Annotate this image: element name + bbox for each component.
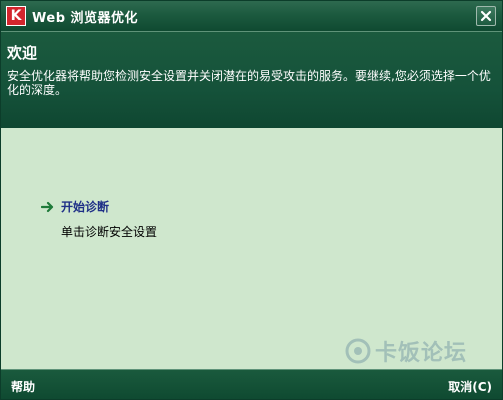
main-content: 开始诊断 单击诊断安全设置 卡饭论坛: [1, 128, 502, 369]
watermark-text: 卡饭论坛: [375, 341, 468, 366]
close-icon: [480, 10, 492, 22]
logo-letter: K: [10, 8, 22, 24]
close-button[interactable]: [476, 6, 496, 26]
footer-bar: 帮助 取消(C): [1, 369, 502, 399]
watermark: 卡饭论坛: [345, 335, 499, 367]
kaspersky-logo-icon: K: [6, 6, 26, 26]
window-title: Web 浏览器优化: [32, 10, 139, 26]
page-title: 欢迎: [7, 44, 38, 62]
arrow-right-icon: [41, 201, 55, 213]
start-diagnosis-description: 单击诊断安全设置: [61, 225, 158, 239]
welcome-header: 欢迎 安全优化器将帮助您检测安全设置并关闭潜在的易受攻击的服务。要继续,您必须选…: [1, 31, 502, 128]
start-diagnosis-link[interactable]: 开始诊断: [61, 198, 109, 215]
welcome-description: 安全优化器将帮助您检测安全设置并关闭潜在的易受攻击的服务。要继续,您必须选择一个…: [7, 69, 491, 97]
security-optimizer-window: K Web 浏览器优化 欢迎 安全优化器将帮助您检测安全设置并关闭潜在的易受攻击…: [0, 0, 503, 400]
title-bar[interactable]: K Web 浏览器优化: [1, 1, 502, 31]
help-button[interactable]: 帮助: [11, 378, 35, 395]
start-diagnosis-row[interactable]: 开始诊断: [41, 198, 109, 215]
watermark-logo-icon: [345, 338, 371, 364]
cancel-button[interactable]: 取消(C): [448, 378, 492, 395]
